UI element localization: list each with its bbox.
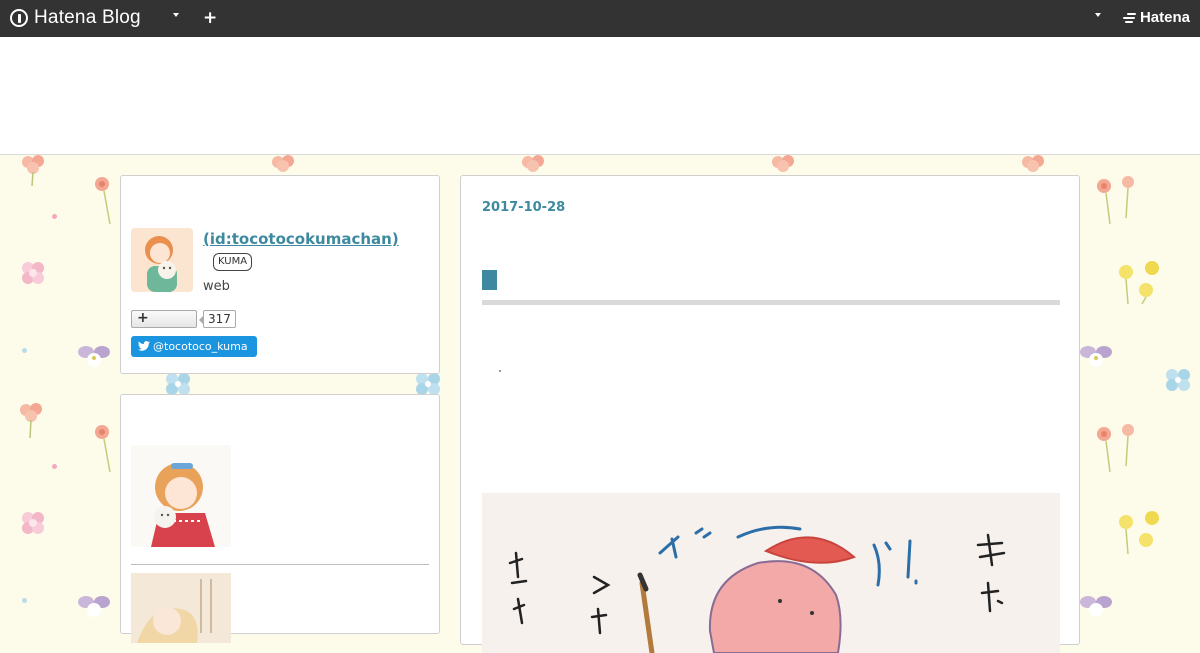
twitter-follow-button[interactable]: @tocotoco_kuma xyxy=(131,336,257,357)
recent-entries-module xyxy=(120,394,440,643)
plus-icon[interactable]: + xyxy=(203,8,217,28)
follow-button[interactable]: + xyxy=(131,310,197,328)
flower-decoration xyxy=(22,155,44,187)
flower-decoration xyxy=(20,403,42,439)
follower-count: 317 xyxy=(199,310,236,328)
entry-body-text xyxy=(499,370,501,372)
twitter-bird-icon xyxy=(138,341,150,351)
flower-decoration xyxy=(1080,596,1112,617)
flower-decoration xyxy=(22,262,44,284)
entry-title-marker xyxy=(482,270,497,290)
flower-decoration xyxy=(95,177,111,225)
profile-module: (id:tocotocokumachan) KUMA web + 317 @to… xyxy=(120,175,440,374)
hatena-blog-logo-icon xyxy=(10,9,28,27)
chevron-down-icon[interactable] xyxy=(173,13,179,17)
entry-thumbnail[interactable] xyxy=(131,573,231,643)
profile-id-link[interactable]: (id:tocotocokumachan) xyxy=(203,230,399,248)
entry-title-underline xyxy=(482,300,1060,305)
article-entry: 2017-10-28 xyxy=(460,175,1080,653)
flower-decoration xyxy=(95,425,111,473)
hand-drawn-illustration xyxy=(482,493,1060,653)
hatena-brand-link[interactable]: Hatena xyxy=(1122,9,1190,26)
flower-decoration xyxy=(22,512,44,534)
flower-decoration xyxy=(1119,261,1159,305)
entry-thumbnail-illustration xyxy=(131,445,231,547)
avatar[interactable] xyxy=(131,228,193,292)
entry-thumbnail-illustration xyxy=(131,573,231,643)
entry-illustration xyxy=(482,493,1060,653)
header-ad-area xyxy=(0,37,1200,155)
logo-text: Hatena Blog xyxy=(34,7,141,28)
flower-decoration xyxy=(1097,424,1134,473)
entry-date[interactable]: 2017-10-28 xyxy=(482,200,565,215)
flower-decoration xyxy=(78,596,110,617)
profile-description: web xyxy=(203,279,230,294)
hatena-blog-logo[interactable]: Hatena Blog xyxy=(10,7,141,29)
hatena-brand-text: Hatena xyxy=(1139,9,1190,26)
flower-decoration xyxy=(1166,369,1190,391)
twitter-handle: @tocotoco_kuma xyxy=(153,340,248,353)
profile-badge: KUMA xyxy=(213,253,253,271)
flower-decoration xyxy=(1097,176,1134,225)
flower-decoration xyxy=(78,346,110,367)
entry-divider xyxy=(131,564,429,565)
entry-thumbnail[interactable] xyxy=(131,445,231,547)
chevron-down-icon[interactable] xyxy=(1095,13,1101,17)
hatena-mark-icon xyxy=(1122,12,1137,24)
flower-decoration xyxy=(1080,346,1112,367)
hatena-top-bar: Hatena Blog + Hatena xyxy=(0,0,1200,37)
flower-decoration xyxy=(1119,511,1159,555)
avatar-illustration xyxy=(131,228,193,292)
plus-icon: + xyxy=(137,310,149,326)
